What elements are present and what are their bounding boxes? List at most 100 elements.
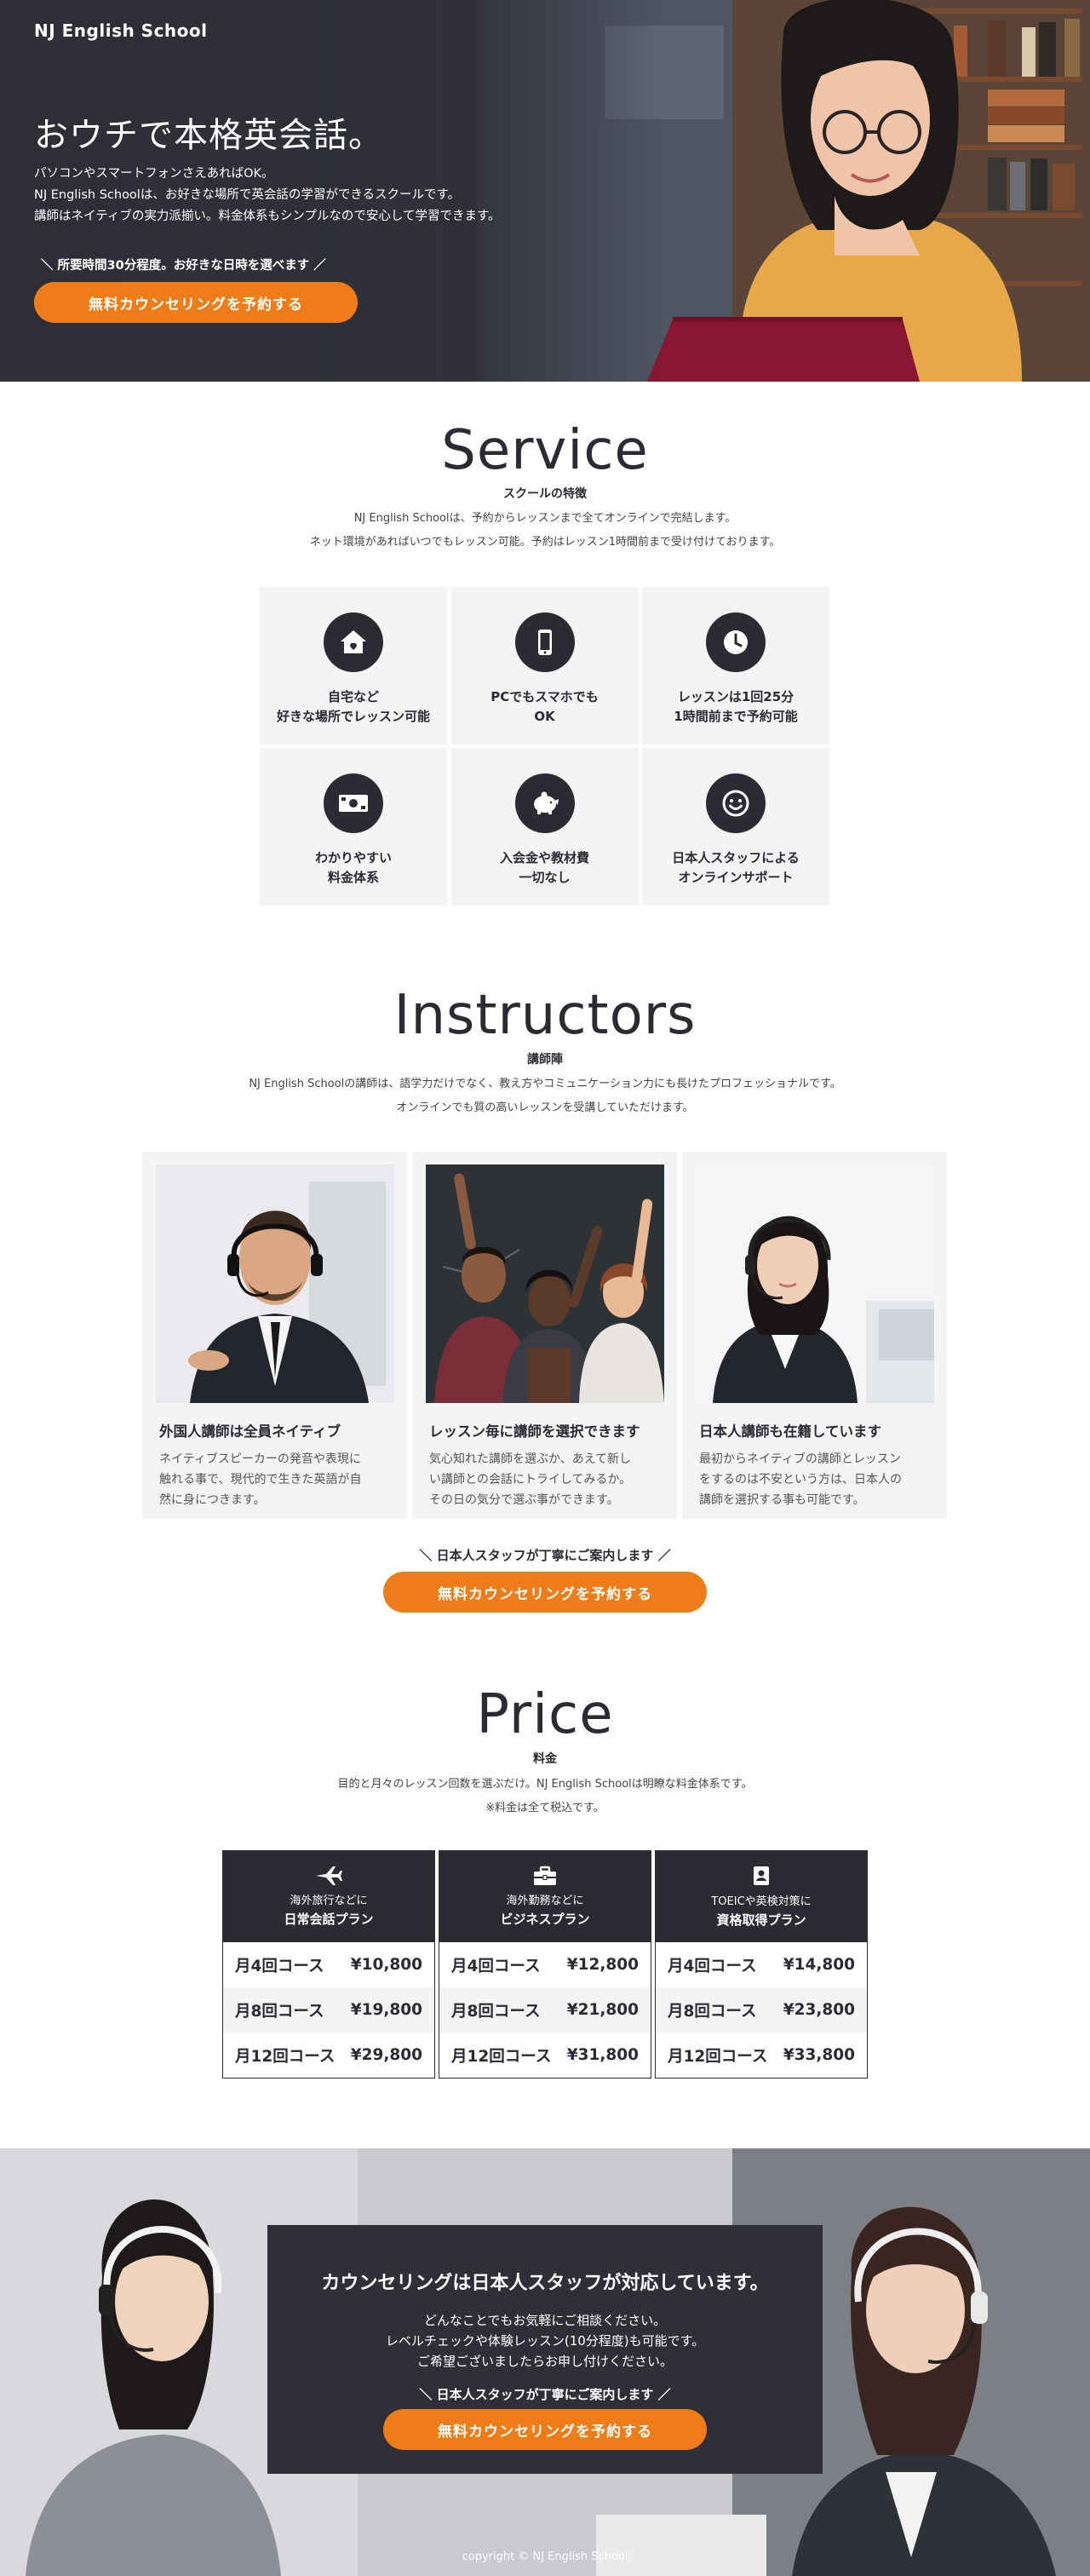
instructors-description: NJ English Schoolの講師は、語学力だけでなく、教え方やコミュニケ…	[0, 1072, 1090, 1120]
plan-price: ¥12,800	[566, 1956, 639, 1974]
plan-header: 海外旅行などに 日常会話プラン	[223, 1851, 434, 1942]
plan-price: ¥23,800	[783, 2001, 855, 2019]
plan-name: ビジネスプラン	[500, 1911, 590, 1927]
plan-row: 月12回コース ¥29,800	[223, 2033, 434, 2078]
hero-desc-line: 講師はネイティブの実力派揃い。料金体系もシンプルなので安心して学習できます。	[34, 210, 501, 223]
plan-row: 月4回コース ¥14,800	[656, 1942, 867, 1987]
hero-desc-line: パソコンやスマートフォンさえあればOK。	[34, 167, 274, 181]
contact-counseling-button[interactable]: 無料カウンセリングを予約する	[383, 2409, 707, 2450]
feature-card: わかりやすい 料金体系	[260, 748, 447, 906]
contact-note: ＼ 日本人スタッフが丁寧にご案内します ／	[419, 2387, 671, 2402]
contact-banner: カウンセリングは日本人スタッフが対応しています。 どんなことでもお気軽にご相談く…	[0, 2148, 1090, 2576]
plan-header: 海外勤務などに ビジネスプラン	[439, 1851, 651, 1942]
instructor-photo-cheering-group	[426, 1164, 664, 1403]
plan-price: ¥29,800	[350, 2046, 422, 2064]
plan-course: 月4回コース	[668, 1957, 757, 1975]
plan-card: 海外旅行などに 日常会話プラン 月4回コース ¥10,800 月8回コース ¥19,…	[222, 1850, 435, 2079]
id-badge-icon	[754, 1866, 769, 1885]
hero-counseling-button[interactable]: 無料カウンセリングを予約する	[34, 282, 358, 323]
clock-icon	[706, 612, 766, 672]
feature-text: わかりやすい 料金体系	[314, 850, 392, 885]
plan-row: 月8回コース ¥19,800	[223, 1987, 434, 2033]
feature-text: 日本人スタッフによる オンラインサポート	[672, 850, 800, 885]
plan-row: 月8回コース ¥23,800	[656, 1987, 867, 2033]
plan-target: 海外勤務などに	[506, 1894, 584, 1907]
plan-card: 海外勤務などに ビジネスプラン 月4回コース ¥12,800 月8回コース ¥21,…	[439, 1850, 651, 2079]
piggy-bank-icon	[514, 773, 575, 833]
instructor-text: ネイティブスピーカーの発音や表現に 触れる事で、現代的で生きた英語が自 然に身に…	[159, 1452, 362, 1507]
instructor-card: 外国人講師は全員ネイティブ ネイティブスピーカーの発音や表現に 触れる事で、現代…	[142, 1152, 407, 1519]
plan-course: 月12回コース	[668, 2047, 768, 2066]
instructor-heading: レッスン毎に講師を選択できます	[429, 1423, 640, 1440]
plan-header: TOEICや英検対策に 資格取得プラン	[656, 1851, 867, 1942]
price-desc-line: 目的と月々のレッスン回数を選ぶだけ。NJ English Schoolは明瞭な料…	[337, 1778, 753, 1791]
feature-card: 日本人スタッフによる オンラインサポート	[642, 748, 829, 906]
briefcase-icon	[534, 1866, 556, 1885]
plan-price: ¥31,800	[566, 2046, 639, 2064]
copyright: copyright © NJ English School	[462, 2550, 628, 2563]
instructor-text: 気心知れた講師を選ぶか、あえて新し い講師との会話にトライしてみるか。 その日の…	[429, 1452, 632, 1507]
site-logo[interactable]: NJ English School	[34, 20, 208, 41]
instructors-note: ＼ 日本人スタッフが丁寧にご案内します ／	[419, 1548, 671, 1563]
hero-section: NJ English School おウチで本格英会話。 パソコンやスマートフォ…	[0, 0, 1090, 382]
plan-course: 月8回コース	[451, 2002, 541, 2021]
contact-description: どんなことでもお気軽にご相談ください。 レベルチェックや体験レッスン(10分程度…	[385, 2313, 705, 2369]
money-icon	[324, 773, 383, 833]
plan-target: TOEICや英検対策に	[711, 1895, 812, 1908]
plan-target: 海外旅行などに	[290, 1894, 368, 1907]
price-subtitle: 料金	[533, 1752, 557, 1766]
smile-icon	[706, 773, 766, 833]
price-desc-line: ※料金は全て税込です。	[485, 1802, 605, 1814]
hero-desc-line: NJ English Schoolは、お好きな場所で英会話の学習ができるスクール…	[34, 188, 461, 202]
plan-price: ¥21,800	[566, 2001, 639, 2019]
contact-title: カウンセリングは日本人スタッフが対応しています。	[321, 2273, 769, 2294]
instructor-card: レッスン毎に講師を選択できます 気心知れた講師を選ぶか、あえて新し い講師との会…	[412, 1152, 677, 1519]
instructors-counseling-button[interactable]: 無料カウンセリングを予約する	[383, 1572, 707, 1613]
plan-row: 月4回コース ¥12,800	[439, 1942, 651, 1987]
feature-card: 自宅など 好きな場所でレッスン可能	[260, 587, 447, 745]
instructor-card: 日本人講師も在籍しています 最初からネイティブの講師とレッスン をするのは不安と…	[682, 1152, 947, 1519]
plan-course: 月4回コース	[451, 1957, 541, 1975]
plan-price: ¥14,800	[783, 1956, 855, 1974]
hero-note: ＼ 所要時間30分程度。お好きな日時を選べます ／	[41, 259, 326, 273]
plan-row: 月4回コース ¥10,800	[223, 1942, 434, 1987]
plan-price: ¥19,800	[350, 2001, 422, 2019]
plan-row: 月12回コース ¥33,800	[656, 2033, 867, 2078]
instructors-subtitle: 講師陣	[527, 1053, 563, 1067]
feature-text: 入会金や教材費 一切なし	[499, 850, 589, 885]
instructor-heading: 外国人講師は全員ネイティブ	[159, 1423, 341, 1440]
feature-text: 自宅など 好きな場所でレッスン可能	[276, 689, 430, 724]
plan-course: 月8回コース	[668, 2002, 757, 2021]
instructors-desc-line: NJ English Schoolの講師は、語学力だけでなく、教え方やコミュニケ…	[249, 1078, 841, 1090]
hero-description: パソコンやスマートフォンさえあればOK。 NJ English Schoolは、…	[34, 164, 501, 227]
feature-card: PCでもスマホでも OK	[450, 587, 639, 745]
plan-price: ¥10,800	[350, 1956, 422, 1974]
instructor-photo-native-man	[156, 1164, 394, 1403]
plan-course: 月4回コース	[235, 1957, 324, 1975]
plan-row: 月8回コース ¥21,800	[439, 1987, 651, 2033]
instructor-cards: 外国人講師は全員ネイティブ ネイティブスピーカーの発音や表現に 触れる事で、現代…	[142, 1152, 948, 1519]
instructor-text: 最初からネイティブの講師とレッスン をするのは不安という方は、日本人の 講師を選…	[699, 1452, 902, 1507]
plan-course: 月12回コース	[235, 2047, 336, 2066]
plan-course: 月12回コース	[451, 2047, 552, 2066]
instructor-heading: 日本人講師も在籍しています	[699, 1423, 882, 1440]
airplane-icon	[316, 1866, 342, 1885]
instructors-title: Instructors	[393, 984, 697, 1047]
service-desc-line: ネット環境があればいつでもレッスン可能。予約はレッスン1時間前まで受け付けており…	[309, 536, 781, 549]
plan-row: 月12回コース ¥31,800	[439, 2033, 651, 2078]
plan-price: ¥33,800	[783, 2046, 855, 2064]
service-description: NJ English Schoolは、予約からレッスンまで全てオンラインで完結し…	[0, 507, 1090, 555]
smartphone-icon	[514, 612, 575, 672]
plan-course: 月8回コース	[235, 2002, 324, 2021]
instructors-desc-line: オンラインでも質の高いレッスンを受講していただけます。	[396, 1101, 694, 1114]
plan-name: 資格取得プラン	[716, 1912, 806, 1928]
service-subtitle: スクールの特徴	[503, 487, 587, 501]
house-icon	[324, 612, 383, 672]
hero-title: おウチで本格英会話。	[34, 116, 383, 155]
feature-text: レッスンは1回25分 1時間前まで予約可能	[674, 689, 798, 724]
plan-card: TOEICや英検対策に 資格取得プラン 月4回コース ¥14,800 月8回コース…	[655, 1850, 868, 2079]
instructor-photo-japanese-woman	[696, 1164, 934, 1403]
feature-text: PCでもスマホでも OK	[490, 689, 599, 724]
price-title: Price	[476, 1683, 614, 1746]
service-title: Service	[441, 419, 649, 482]
